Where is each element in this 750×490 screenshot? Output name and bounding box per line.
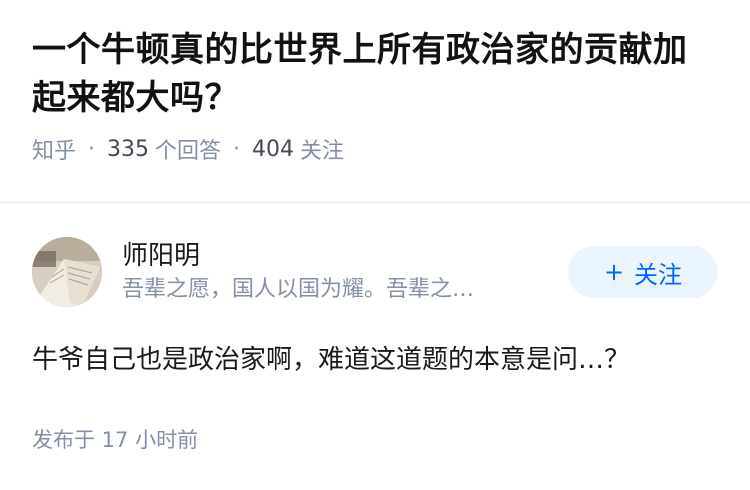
source-label: 知乎 (32, 139, 77, 164)
author-info: 师阳明 吾辈之愿，国人以国为耀。吾辈之… (122, 238, 562, 306)
follow-button[interactable]: + 关注 (568, 246, 718, 298)
publish-time: 发布于 17 小时前 (32, 428, 199, 452)
answer-content[interactable]: 牛爷自己也是政治家啊，难道这道题的本意是问…？ (32, 340, 718, 380)
meta-separator: · (233, 136, 241, 162)
meta-separator: · (88, 136, 96, 162)
section-divider (0, 202, 750, 203)
followers-label: 关注 (300, 139, 345, 164)
author-bio: 吾辈之愿，国人以国为耀。吾辈之… (122, 277, 475, 302)
question-title[interactable]: 一个牛顿真的比世界上所有政治家的贡献加起来都大吗？ (32, 26, 718, 122)
author-name[interactable]: 师阳明 (122, 238, 562, 274)
followers-count: 404 (252, 136, 295, 162)
follow-label: 关注 (634, 260, 683, 289)
answer-card: 师阳明 吾辈之愿，国人以国为耀。吾辈之… + 关注 牛爷自己也是政治家啊，难道这… (32, 236, 718, 454)
question-header: 一个牛顿真的比世界上所有政治家的贡献加起来都大吗？ 知乎 · 335 个回答 ·… (0, 0, 750, 174)
question-meta: 知乎 · 335 个回答 · 404 关注 (32, 132, 718, 166)
author-row: 师阳明 吾辈之愿，国人以国为耀。吾辈之… + 关注 (32, 236, 718, 308)
answers-count: 335 (107, 136, 150, 162)
avatar[interactable] (32, 237, 102, 307)
answers-label[interactable]: 个回答 (155, 133, 221, 165)
avatar-image (32, 237, 102, 307)
plus-icon: + (603, 258, 625, 286)
